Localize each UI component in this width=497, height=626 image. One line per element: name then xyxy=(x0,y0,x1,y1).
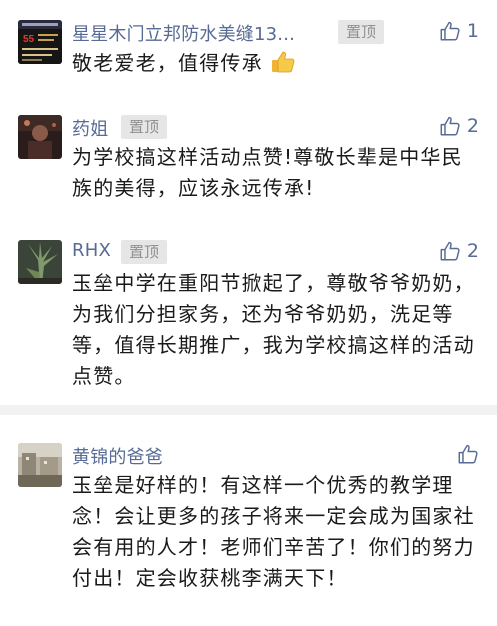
avatar[interactable]: 55 xyxy=(18,20,62,64)
pinned-badge: 置顶 xyxy=(121,240,168,264)
comment-body: 敬老爱老，值得传承 xyxy=(72,51,263,75)
avatar[interactable] xyxy=(18,443,62,487)
like-count: 2 xyxy=(466,115,479,137)
pinned-badge: 置顶 xyxy=(338,20,385,44)
avatar-logo-text: 55 xyxy=(23,34,35,45)
like-button[interactable]: 2 xyxy=(439,115,479,137)
comment-author[interactable]: 星星木门立邦防水美缝13... xyxy=(72,20,295,46)
like-count: 2 xyxy=(466,240,479,262)
pinned-badge: 置顶 xyxy=(121,115,168,139)
comment-text: 为学校搞这样活动点赞!尊敬长辈是中华民族的美得，应该永远传承! xyxy=(72,145,463,200)
like-button[interactable] xyxy=(457,443,479,465)
avatar-image xyxy=(18,443,62,487)
comment-author[interactable]: RHX xyxy=(72,240,111,261)
comment-text: 玉垒中学在重阳节掀起了，尊敬爷爷奶奶，为我们分担家务，还为爷爷奶奶，洗足等等，值… xyxy=(72,271,475,388)
like-count: 1 xyxy=(466,20,479,42)
thumbs-up-icon xyxy=(440,116,460,136)
like-button[interactable]: 1 xyxy=(439,20,479,42)
avatar-image xyxy=(18,240,62,284)
comment-text: 敬老爱老，值得传承 xyxy=(72,48,482,79)
thumbs-up-icon xyxy=(440,241,460,261)
comment-author[interactable]: 药姐 xyxy=(72,115,108,141)
like-button[interactable]: 2 xyxy=(439,240,479,262)
avatar[interactable] xyxy=(18,240,62,284)
avatar-image xyxy=(18,115,62,159)
comment-author[interactable]: 黄锦的爸爸 xyxy=(72,443,163,469)
section-divider xyxy=(0,405,497,415)
avatar-image: 55 xyxy=(18,20,62,64)
thumbs-up-emoji-icon xyxy=(272,51,295,73)
avatar[interactable] xyxy=(18,115,62,159)
thumbs-up-icon xyxy=(458,444,478,464)
comment-text: 玉垒是好样的！有这样一个优秀的教学理念！会让更多的孩子将来一定会成为国家社会有用… xyxy=(72,473,475,590)
thumbs-up-icon xyxy=(440,21,460,41)
